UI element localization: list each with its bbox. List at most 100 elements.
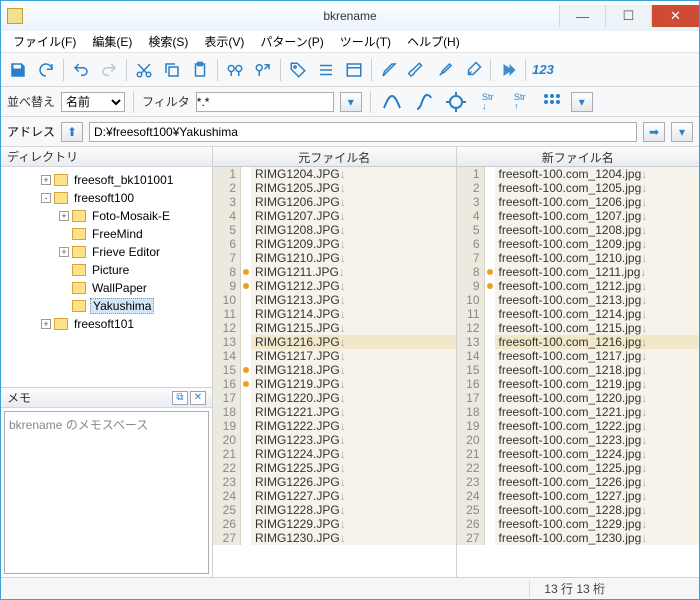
file-row[interactable]: 22RIMG1225.JPG↓ bbox=[213, 461, 456, 475]
memo-textarea[interactable]: bkrename のメモスペース bbox=[4, 411, 209, 574]
tag-icon[interactable] bbox=[285, 57, 311, 83]
file-row[interactable]: 3RIMG1206.JPG↓ bbox=[213, 195, 456, 209]
undo-icon[interactable] bbox=[68, 57, 94, 83]
file-row[interactable]: 23freesoft-100.com_1226.jpg↓ bbox=[457, 475, 700, 489]
file-row[interactable]: 25freesoft-100.com_1228.jpg↓ bbox=[457, 503, 700, 517]
tool-a-icon[interactable] bbox=[379, 89, 405, 115]
file-row[interactable]: 16RIMG1219.JPG↓ bbox=[213, 377, 456, 391]
file-row[interactable]: 22freesoft-100.com_1225.jpg↓ bbox=[457, 461, 700, 475]
tree-node[interactable]: +Foto-Mosaik-E bbox=[3, 207, 210, 225]
file-row[interactable]: 8freesoft-100.com_1211.jpg↓ bbox=[457, 265, 700, 279]
menu-file[interactable]: ファイル(F) bbox=[5, 31, 84, 52]
tree-node[interactable]: Picture bbox=[3, 261, 210, 279]
run-icon[interactable] bbox=[495, 57, 521, 83]
file-row[interactable]: 1RIMG1204.JPG↓ bbox=[213, 167, 456, 181]
menu-view[interactable]: 表示(V) bbox=[196, 31, 252, 52]
file-row[interactable]: 6freesoft-100.com_1209.jpg↓ bbox=[457, 237, 700, 251]
file-row[interactable]: 10RIMG1213.JPG↓ bbox=[213, 293, 456, 307]
menu-search[interactable]: 検索(S) bbox=[140, 31, 196, 52]
sort-select[interactable]: 名前 bbox=[61, 92, 125, 112]
menu-help[interactable]: ヘルプ(H) bbox=[399, 31, 468, 52]
file-row[interactable]: 19RIMG1222.JPG↓ bbox=[213, 419, 456, 433]
file-row[interactable]: 6RIMG1209.JPG↓ bbox=[213, 237, 456, 251]
menu-edit[interactable]: 編集(E) bbox=[84, 31, 140, 52]
file-row[interactable]: 7freesoft-100.com_1210.jpg↓ bbox=[457, 251, 700, 265]
file-row[interactable]: 16freesoft-100.com_1219.jpg↓ bbox=[457, 377, 700, 391]
tree-node[interactable]: +freesoft_bk101001 bbox=[3, 171, 210, 189]
menu-pattern[interactable]: パターン(P) bbox=[252, 31, 331, 52]
refresh-icon[interactable] bbox=[33, 57, 59, 83]
file-row[interactable]: 17freesoft-100.com_1220.jpg↓ bbox=[457, 391, 700, 405]
file-row[interactable]: 23RIMG1226.JPG↓ bbox=[213, 475, 456, 489]
address-input[interactable] bbox=[89, 122, 637, 142]
file-row[interactable]: 12freesoft-100.com_1215.jpg↓ bbox=[457, 321, 700, 335]
file-row[interactable]: 20freesoft-100.com_1223.jpg↓ bbox=[457, 433, 700, 447]
orig-file-list[interactable]: 1RIMG1204.JPG↓2RIMG1205.JPG↓3RIMG1206.JP… bbox=[213, 167, 456, 577]
file-row[interactable]: 15RIMG1218.JPG↓ bbox=[213, 363, 456, 377]
file-row[interactable]: 3freesoft-100.com_1206.jpg↓ bbox=[457, 195, 700, 209]
filter-dropdown-icon[interactable]: ▾ bbox=[340, 92, 362, 112]
up-folder-icon[interactable]: ⬆ bbox=[61, 122, 83, 142]
file-row[interactable]: 26RIMG1229.JPG↓ bbox=[213, 517, 456, 531]
file-row[interactable]: 1freesoft-100.com_1204.jpg↓ bbox=[457, 167, 700, 181]
replace-icon[interactable] bbox=[250, 57, 276, 83]
file-row[interactable]: 11RIMG1214.JPG↓ bbox=[213, 307, 456, 321]
find-icon[interactable] bbox=[222, 57, 248, 83]
file-row[interactable]: 20RIMG1223.JPG↓ bbox=[213, 433, 456, 447]
tree-node[interactable]: WallPaper bbox=[3, 279, 210, 297]
menu-tool[interactable]: ツール(T) bbox=[332, 31, 399, 52]
new-file-list[interactable]: 1freesoft-100.com_1204.jpg↓2freesoft-100… bbox=[457, 167, 700, 577]
file-row[interactable]: 5RIMG1208.JPG↓ bbox=[213, 223, 456, 237]
file-row[interactable]: 9RIMG1212.JPG↓ bbox=[213, 279, 456, 293]
list-icon[interactable] bbox=[313, 57, 339, 83]
close-button[interactable]: ✕ bbox=[651, 5, 699, 27]
file-row[interactable]: 21freesoft-100.com_1224.jpg↓ bbox=[457, 447, 700, 461]
memo-copy-icon[interactable]: ⧉ bbox=[172, 391, 188, 405]
file-row[interactable]: 11freesoft-100.com_1214.jpg↓ bbox=[457, 307, 700, 321]
redo-icon[interactable] bbox=[96, 57, 122, 83]
tree-node[interactable]: Yakushima bbox=[3, 297, 210, 315]
maximize-button[interactable]: ☐ bbox=[605, 5, 651, 27]
tree-node[interactable]: +Frieve Editor bbox=[3, 243, 210, 261]
string1-icon[interactable]: Str↓ bbox=[475, 89, 501, 115]
copy-icon[interactable] bbox=[159, 57, 185, 83]
brush1-icon[interactable] bbox=[376, 57, 402, 83]
file-row[interactable]: 2RIMG1205.JPG↓ bbox=[213, 181, 456, 195]
file-row[interactable]: 24RIMG1227.JPG↓ bbox=[213, 489, 456, 503]
tree-node[interactable]: FreeMind bbox=[3, 225, 210, 243]
brush2-icon[interactable] bbox=[404, 57, 430, 83]
file-row[interactable]: 14freesoft-100.com_1217.jpg↓ bbox=[457, 349, 700, 363]
paste-icon[interactable] bbox=[187, 57, 213, 83]
file-row[interactable]: 4RIMG1207.JPG↓ bbox=[213, 209, 456, 223]
grid-icon[interactable] bbox=[539, 89, 565, 115]
file-row[interactable]: 9freesoft-100.com_1212.jpg↓ bbox=[457, 279, 700, 293]
address-more-icon[interactable]: ▾ bbox=[671, 122, 693, 142]
cut-icon[interactable] bbox=[131, 57, 157, 83]
number-icon[interactable]: 123 bbox=[530, 57, 556, 83]
filter-input[interactable] bbox=[196, 92, 334, 112]
file-row[interactable]: 24freesoft-100.com_1227.jpg↓ bbox=[457, 489, 700, 503]
file-row[interactable]: 8RIMG1211.JPG↓ bbox=[213, 265, 456, 279]
file-row[interactable]: 25RIMG1228.JPG↓ bbox=[213, 503, 456, 517]
file-row[interactable]: 19freesoft-100.com_1222.jpg↓ bbox=[457, 419, 700, 433]
address-go-icon[interactable]: ➡ bbox=[643, 122, 665, 142]
file-row[interactable]: 4freesoft-100.com_1207.jpg↓ bbox=[457, 209, 700, 223]
save-icon[interactable] bbox=[5, 57, 31, 83]
more-dropdown-icon[interactable]: ▾ bbox=[571, 92, 593, 112]
brush3-icon[interactable] bbox=[432, 57, 458, 83]
string2-icon[interactable]: Str↑ bbox=[507, 89, 533, 115]
file-row[interactable]: 26freesoft-100.com_1229.jpg↓ bbox=[457, 517, 700, 531]
file-row[interactable]: 18RIMG1221.JPG↓ bbox=[213, 405, 456, 419]
tool-b-icon[interactable] bbox=[411, 89, 437, 115]
file-row[interactable]: 12RIMG1215.JPG↓ bbox=[213, 321, 456, 335]
memo-clear-icon[interactable]: ✕ bbox=[190, 391, 206, 405]
file-row[interactable]: 14RIMG1217.JPG↓ bbox=[213, 349, 456, 363]
file-row[interactable]: 2freesoft-100.com_1205.jpg↓ bbox=[457, 181, 700, 195]
tree-node[interactable]: -freesoft100 bbox=[3, 189, 210, 207]
file-row[interactable]: 13freesoft-100.com_1216.jpg↓ bbox=[457, 335, 700, 349]
file-row[interactable]: 5freesoft-100.com_1208.jpg↓ bbox=[457, 223, 700, 237]
directory-tree[interactable]: +freesoft_bk101001-freesoft100+Foto-Mosa… bbox=[1, 167, 212, 387]
brush4-icon[interactable] bbox=[460, 57, 486, 83]
panel-icon[interactable] bbox=[341, 57, 367, 83]
file-row[interactable]: 7RIMG1210.JPG↓ bbox=[213, 251, 456, 265]
